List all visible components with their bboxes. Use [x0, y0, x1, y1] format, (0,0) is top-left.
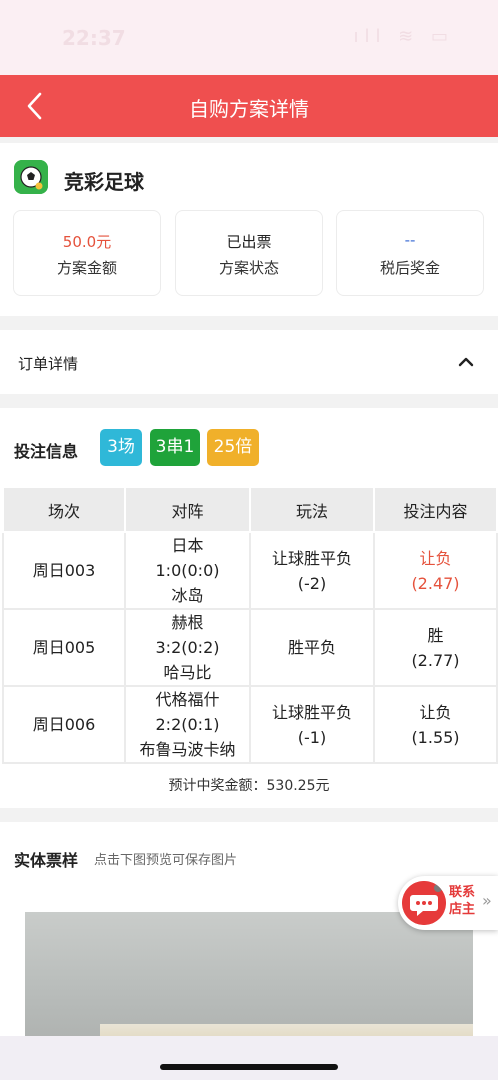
bet-odds: (1.55)	[411, 727, 460, 747]
bet-info-title: 投注信息	[14, 442, 79, 461]
plan-amount-box: 50.0元 方案金额	[13, 210, 161, 296]
plan-amount-value: 50.0元	[62, 233, 112, 251]
after-tax-prize-label: 税后奖金	[379, 259, 440, 277]
expected-prize-text: 预计中奖金额：530.25元	[168, 778, 330, 794]
bet-content-cell: 让负 (2.47)	[373, 531, 498, 610]
match-score: 1:0(0:0)	[155, 561, 220, 580]
status-icons: ıll ≋ ▭	[353, 26, 454, 47]
bet-pick: 让负	[419, 702, 452, 722]
column-header-match-no: 场次	[2, 486, 126, 533]
away-team: 布鲁马波卡纳	[139, 740, 236, 759]
away-team: 冰岛	[171, 586, 204, 605]
handicap: (-1)	[297, 727, 327, 747]
bet-content-cell: 胜 (2.77)	[373, 608, 498, 687]
ticket-sample-hint: 点击下图预览可保存图片	[94, 853, 238, 868]
table-row: 周日006 代格福什 2:2(0:1) 布鲁马波卡纳 让球胜平负 (-1) 让负…	[2, 685, 498, 764]
page-title: 自购方案详情	[189, 97, 309, 121]
bet-odds: (2.77)	[411, 650, 460, 670]
home-bar	[0, 1036, 498, 1080]
match-score: 3:2(0:2)	[155, 638, 220, 657]
parlay-type-tag: 3串1	[150, 429, 200, 466]
lottery-name: 竞彩足球	[64, 170, 144, 194]
play-type-cell: 让球胜平负 (-1)	[249, 685, 375, 764]
play-type: 让球胜平负	[271, 702, 352, 722]
column-header-matchup: 对阵	[124, 486, 251, 533]
table-row: 周日003 日本 1:0(0:0) 冰岛 让球胜平负 (-2) 让负 (2.47…	[2, 531, 498, 610]
after-tax-prize-value: --	[404, 231, 416, 249]
status-bar: 22:37 ıll ≋ ▭	[0, 0, 498, 75]
order-details-title: 订单详情	[18, 355, 79, 373]
home-indicator[interactable]	[160, 1064, 338, 1070]
match-number: 周日005	[2, 608, 126, 687]
order-details-toggle[interactable]: 订单详情	[0, 330, 498, 394]
bet-content-cell: 让负 (1.55)	[373, 685, 498, 764]
after-tax-prize-box: -- 税后奖金	[336, 210, 484, 296]
bet-pick: 让负	[419, 548, 452, 568]
chevron-up-icon[interactable]	[456, 352, 476, 372]
column-header-play-type: 玩法	[249, 486, 375, 533]
plan-status-value: 已出票	[226, 233, 272, 251]
home-team: 赫根	[171, 613, 204, 632]
play-type: 让球胜平负	[271, 548, 352, 568]
match-number: 周日006	[2, 685, 126, 764]
handicap: (-2)	[297, 573, 327, 593]
plan-status-box: 已出票 方案状态	[175, 210, 323, 296]
away-team: 哈马比	[163, 663, 212, 682]
double-chevron-right-icon: »	[482, 891, 492, 910]
home-team: 代格福什	[155, 690, 220, 709]
matchup-cell: 代格福什 2:2(0:1) 布鲁马波卡纳	[124, 685, 251, 764]
contact-owner-button[interactable]: 联系店主 »	[398, 876, 498, 930]
soccer-ball-icon	[14, 160, 48, 194]
chat-bubble-icon	[402, 881, 446, 925]
match-score: 2:2(0:1)	[155, 715, 220, 734]
play-type-cell: 胜平负	[249, 608, 375, 687]
header-bar: 自购方案详情	[0, 75, 498, 137]
matchup-cell: 赫根 3:2(0:2) 哈马比	[124, 608, 251, 687]
match-number: 周日003	[2, 531, 126, 610]
column-header-bet-content: 投注内容	[373, 486, 498, 533]
matchup-cell: 日本 1:0(0:0) 冰岛	[124, 531, 251, 610]
table-row: 周日005 赫根 3:2(0:2) 哈马比 胜平负 胜 (2.77)	[2, 608, 498, 687]
bet-table: 场次 对阵 玩法 投注内容 周日003 日本 1:0(0:0) 冰岛 让球胜平负…	[2, 486, 498, 764]
plan-status-label: 方案状态	[218, 259, 279, 277]
matches-count-tag: 3场	[100, 429, 142, 466]
bet-info-section: 投注信息 3场 3串1 25倍 场次 对阵 玩法 投注内容 周日003 日本 1…	[0, 408, 498, 808]
plan-amount-label: 方案金额	[56, 259, 117, 277]
play-type-cell: 让球胜平负 (-2)	[249, 531, 375, 610]
play-type: 胜平负	[287, 638, 336, 657]
multiplier-tag: 25倍	[207, 429, 259, 466]
plan-summary-card: 竞彩足球 50.0元 方案金额 已出票 方案状态 -- 税后奖金	[0, 143, 498, 316]
status-time: 22:37	[62, 26, 126, 50]
contact-owner-label: 联系店主	[449, 885, 476, 917]
bet-odds: (2.47)	[411, 573, 460, 593]
ticket-sample-title: 实体票样	[14, 851, 79, 870]
bet-pick: 胜	[427, 625, 444, 645]
home-team: 日本	[171, 536, 204, 555]
table-header-row: 场次 对阵 玩法 投注内容	[2, 486, 498, 533]
